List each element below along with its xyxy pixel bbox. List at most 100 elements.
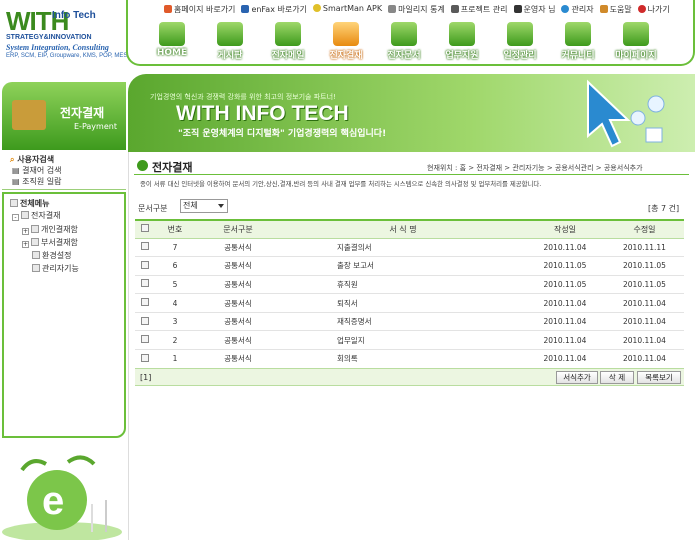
col-doc-type: 문서구분: [195, 219, 281, 239]
document-type-select[interactable]: 전체: [180, 199, 228, 213]
top-link-admin[interactable]: 관리자: [561, 4, 594, 15]
row-doc-type: 공통서식: [195, 330, 281, 351]
top-link-mileage[interactable]: 마일리지 통계: [388, 4, 445, 15]
tools-icon: [623, 22, 649, 46]
top-links: 홈페이지 바로가기 enFax 바로가기 SmartMan APK 마일리지 통…: [164, 4, 670, 15]
tree-item-admin[interactable]: 관리자기능: [32, 263, 79, 274]
logo-tagline: STRATEGY&INNOVATION: [6, 34, 92, 41]
top-link-enfax[interactable]: enFax 바로가기: [241, 4, 307, 15]
top-link-logout[interactable]: 나가기: [637, 4, 670, 15]
nav-work-support[interactable]: 업무지원: [440, 22, 484, 62]
tree-item-settings[interactable]: 환경설정: [32, 250, 71, 261]
row-modified: 2010.11.04: [605, 349, 684, 369]
menu-icon: [10, 199, 18, 207]
tree-item-department-box[interactable]: + 부서결재함: [22, 237, 78, 248]
top-link-project[interactable]: 프로젝트 관리: [450, 4, 508, 15]
table-header-row: 번호 문서구분 서 식 명 작성일 수정일: [135, 219, 684, 239]
user-search-panel: ⌕ 사용자검색 ▤ 결재어 검색 ▤ 조직원 일람: [2, 152, 126, 190]
expand-icon[interactable]: +: [22, 241, 29, 248]
tree-item-e-approval[interactable]: - 전자결재: [12, 210, 60, 221]
info-icon: [561, 5, 570, 13]
close-icon: [637, 5, 646, 13]
banner-slogan: "조직 운영체계의 디지털화" 기업경쟁력의 핵심입니다!: [178, 129, 387, 139]
nav-community[interactable]: 커뮤니티: [556, 22, 600, 62]
top-link-smartman[interactable]: SmartMan APK: [312, 4, 382, 15]
mail-icon: [275, 22, 301, 46]
table-row[interactable]: 2 공통서식 업무일지 2010.11.04 2010.11.04: [135, 330, 684, 351]
table-row[interactable]: 4 공통서식 퇴직서 2010.11.04 2010.11.04: [135, 293, 684, 313]
row-checkbox[interactable]: [141, 316, 149, 325]
nav-home[interactable]: HOME: [150, 22, 194, 62]
row-number: 5: [155, 275, 195, 295]
nav-mypage[interactable]: 마이페이지: [614, 22, 658, 62]
book-icon: [599, 5, 608, 13]
table-row[interactable]: 6 공통서식 출장 보고서 2010.11.05 2010.11.05: [135, 256, 684, 276]
tree-item-personal-box[interactable]: + 개인결재함: [22, 224, 78, 235]
row-doc-type: 공통서식: [195, 293, 281, 313]
page-title: 전자결재: [152, 161, 193, 174]
search-approver-link[interactable]: ▤ 결재어 검색: [12, 165, 61, 176]
row-form-name[interactable]: 지출결의서: [281, 238, 525, 258]
row-checkbox[interactable]: [141, 260, 149, 269]
select-all-checkbox-cell: [135, 219, 155, 239]
top-link-homepage[interactable]: 홈페이지 바로가기: [164, 4, 235, 15]
col-created: 작성일: [525, 219, 605, 239]
company-logo[interactable]: WITH Info Tech STRATEGY&INNOVATION Syste…: [0, 0, 128, 70]
table-row[interactable]: 7 공통서식 지출결의서 2010.11.04 2010.11.11: [135, 238, 684, 258]
row-modified: 2010.11.04: [605, 330, 684, 351]
nav-e-document[interactable]: 전자문서: [382, 22, 426, 62]
row-created: 2010.11.04: [525, 349, 605, 369]
row-checkbox[interactable]: [141, 298, 149, 307]
collapse-icon[interactable]: -: [12, 214, 19, 221]
row-modified: 2010.11.04: [605, 312, 684, 332]
row-form-name[interactable]: 휴직원: [281, 275, 525, 295]
row-created: 2010.11.04: [525, 312, 605, 332]
row-form-name[interactable]: 퇴직서: [281, 293, 525, 313]
document-icon: ▤: [12, 166, 20, 175]
select-all-checkbox[interactable]: [141, 224, 149, 233]
col-number: 번호: [155, 219, 195, 239]
row-checkbox[interactable]: [141, 335, 149, 344]
expand-icon[interactable]: +: [22, 228, 29, 235]
house-icon: [159, 22, 185, 46]
row-form-name[interactable]: 출장 보고서: [281, 256, 525, 276]
main-menu: HOME 게시판 전자메일 전자결재 전자문서 업무지원 일정관리 커뮤니티 마…: [150, 22, 658, 62]
chevron-down-icon: [218, 204, 224, 208]
table-row[interactable]: 1 공통서식 회의록 2010.11.04 2010.11.04: [135, 349, 684, 369]
row-checkbox-cell: [135, 312, 155, 332]
nav-schedule[interactable]: 일정관리: [498, 22, 542, 62]
top-link-help[interactable]: 도움말: [599, 4, 632, 15]
org-member-list-link[interactable]: ▤ 조직원 일람: [12, 176, 61, 187]
home-icon: [164, 5, 172, 13]
pagination[interactable]: [1]: [140, 373, 151, 382]
row-doc-type: 공통서식: [195, 256, 281, 276]
row-form-name[interactable]: 재직증명서: [281, 312, 525, 332]
col-modified: 수정일: [605, 219, 684, 239]
add-form-button[interactable]: 서식추가: [556, 371, 598, 384]
row-doc-type: 공통서식: [195, 275, 281, 295]
nav-e-approval[interactable]: 전자결재: [324, 22, 368, 62]
logo-slogan: System Integration, Consulting: [6, 43, 109, 52]
page-icon: [32, 264, 40, 272]
user-search-header: ⌕ 사용자검색: [10, 155, 55, 164]
hero-banner: 기업경영의 혁신과 경쟁력 강화를 위한 최고의 정보기술 파트너! WITH …: [128, 74, 695, 152]
nav-board[interactable]: 게시판: [208, 22, 252, 62]
magnifier-icon: ⌕: [10, 155, 15, 164]
row-checkbox[interactable]: [141, 242, 149, 251]
row-form-name[interactable]: 회의록: [281, 349, 525, 369]
community-icon: [565, 22, 591, 46]
list-button[interactable]: 목록보기: [637, 371, 681, 384]
table-row[interactable]: 5 공통서식 휴직원 2010.11.05 2010.11.05: [135, 275, 684, 295]
delete-button[interactable]: 삭 제: [600, 371, 634, 384]
logo-products: ERP, SCM, EIP, Groupware, KMS, POP, MES: [6, 53, 128, 59]
table-row[interactable]: 3 공통서식 재직증명서 2010.11.04 2010.11.04: [135, 312, 684, 332]
logo-subtext: Info Tech: [52, 10, 96, 21]
row-form-name[interactable]: 업무일지: [281, 330, 525, 351]
nav-email[interactable]: 전자메일: [266, 22, 310, 62]
cursor-illustration-icon: [587, 79, 665, 148]
form-list-table: 번호 문서구분 서 식 명 작성일 수정일 7 공통서식 지출결의서 2010.11.…: [135, 219, 684, 369]
row-checkbox[interactable]: [141, 279, 149, 288]
row-checkbox[interactable]: [141, 353, 149, 362]
page-icon: [32, 251, 40, 259]
row-modified: 2010.11.04: [605, 293, 684, 313]
